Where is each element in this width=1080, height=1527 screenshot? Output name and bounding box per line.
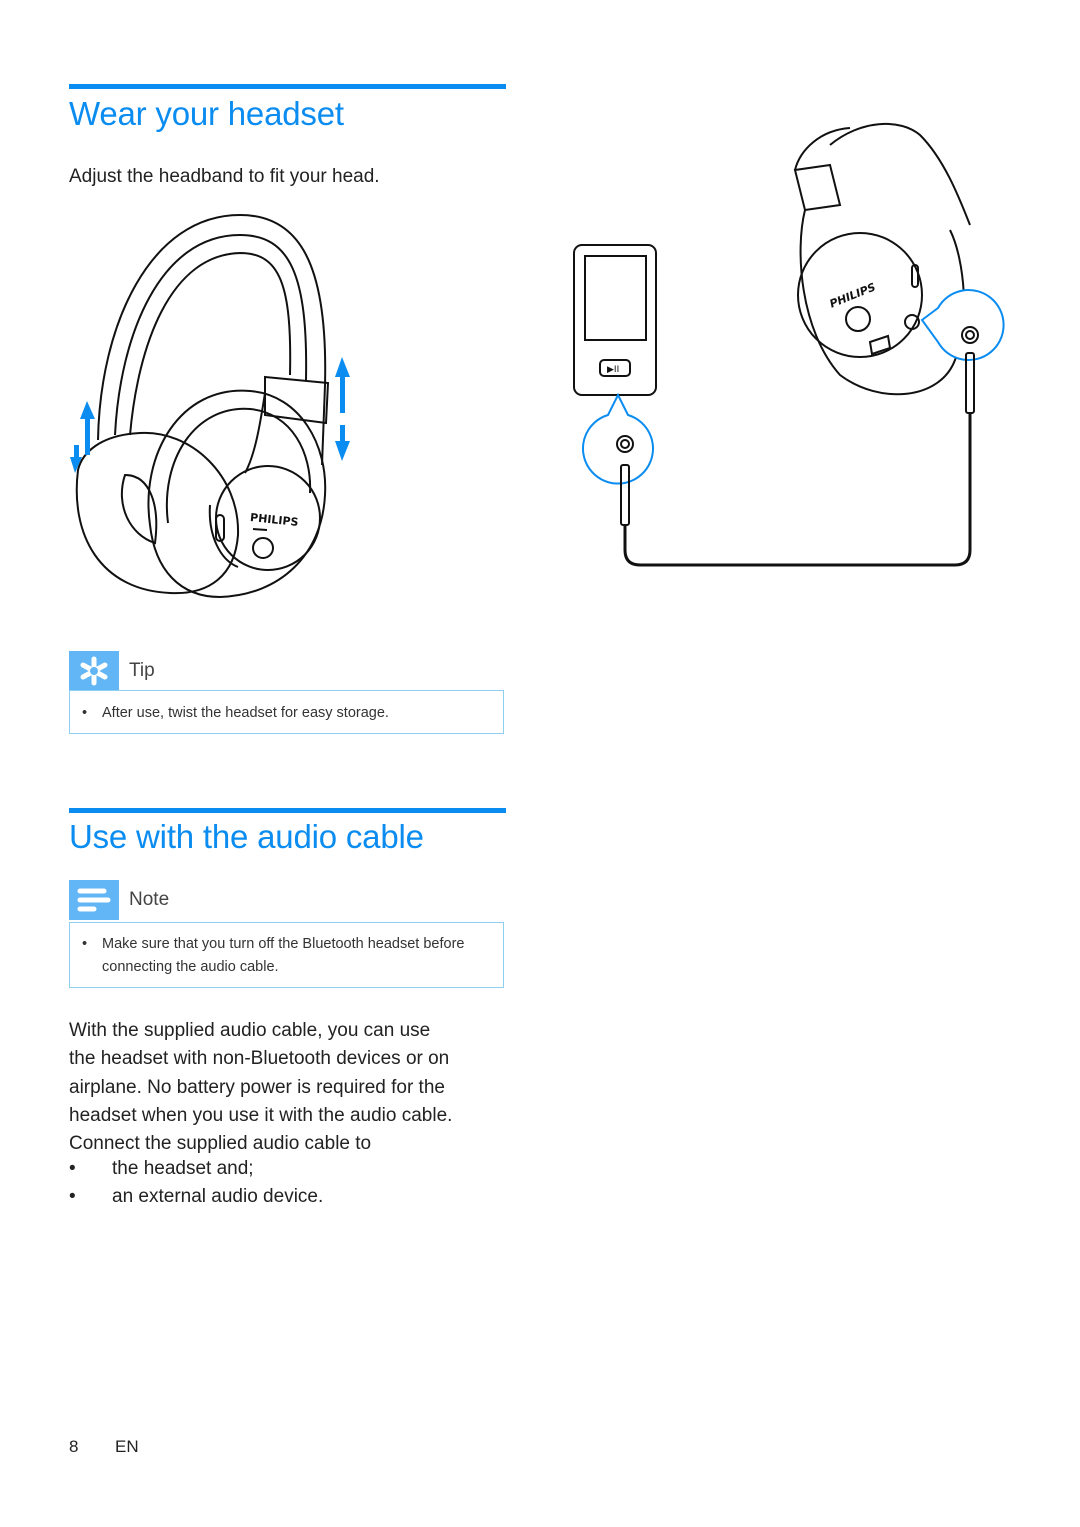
audio-cable xyxy=(623,413,972,567)
section-title-wear: Wear your headset xyxy=(69,95,344,132)
headband-slider xyxy=(793,163,842,212)
bullet-text: an external audio device. xyxy=(112,1186,324,1207)
headband xyxy=(829,122,971,226)
bullet: • xyxy=(82,936,88,952)
paragraph-line: Connect the supplied audio cable to xyxy=(69,1133,372,1155)
bullet-text: the headset and; xyxy=(112,1158,254,1179)
call-button xyxy=(845,306,871,332)
paragraph-line: airplane. No battery power is required f… xyxy=(69,1076,445,1098)
tip-text: After use, twist the headset for easy st… xyxy=(102,705,389,721)
bullet: • xyxy=(69,1158,76,1179)
asterisk-icon xyxy=(69,651,119,691)
tip-box: • After use, twist the headset for easy … xyxy=(69,690,504,734)
section-rule xyxy=(69,84,506,89)
brand-label: PHILIPS xyxy=(249,511,299,529)
tip-header: Tip xyxy=(69,651,155,691)
section-title-audio-cable: Use with the audio cable xyxy=(69,818,424,855)
intro-text: Adjust the headband to fit your head. xyxy=(69,166,380,187)
plug-right xyxy=(965,352,975,414)
bullet: • xyxy=(69,1186,76,1207)
note-text: Make sure that you turn off the Bluetoot… xyxy=(102,936,465,975)
tip-item: • After use, twist the headset for easy … xyxy=(70,702,503,725)
bullet: • xyxy=(82,705,88,721)
headset-adjust-illustration: PHILIPS xyxy=(70,213,350,599)
call-button xyxy=(252,537,274,559)
page-number: 8 xyxy=(69,1437,79,1456)
paragraph-line: With the supplied audio cable, you can u… xyxy=(69,1020,431,1041)
play-pause-glyph: ▶II xyxy=(607,365,619,375)
section-rule xyxy=(69,808,506,813)
note-label: Note xyxy=(129,889,170,910)
paragraph-line: the headset with non-Bluetooth devices o… xyxy=(69,1048,450,1070)
rear-earcup xyxy=(75,431,240,595)
arrow-down-right xyxy=(335,425,350,461)
player-screen xyxy=(584,255,647,341)
headset-jack-callout xyxy=(920,289,1005,361)
note-header: Note xyxy=(69,880,169,920)
arrow-up-right xyxy=(335,357,350,413)
language-code: EN xyxy=(115,1437,139,1456)
headset-brand-label: PHILIPS xyxy=(828,280,878,310)
audio-cable-illustration: PHILIPS ▶II xyxy=(573,122,1005,567)
note-item: • Make sure that you turn off the Blueto… xyxy=(70,933,473,979)
headband-inner xyxy=(114,233,308,436)
lines-icon xyxy=(69,880,119,920)
audio-cable-paragraph: With the supplied audio cable, you can u… xyxy=(69,1017,452,1158)
paragraph-line: headset when you use it with the audio c… xyxy=(69,1104,453,1126)
tip-label: Tip xyxy=(129,660,155,681)
arrow-down-left xyxy=(70,445,82,473)
note-box: • Make sure that you turn off the Blueto… xyxy=(69,922,504,988)
